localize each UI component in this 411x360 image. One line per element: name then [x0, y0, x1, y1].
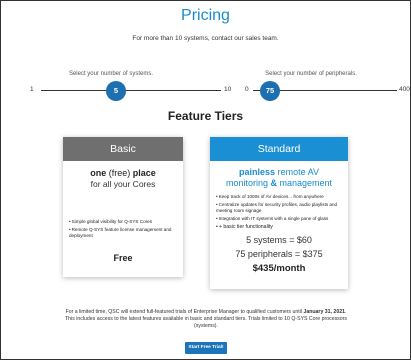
- systems-cost: 5 systems = $60: [246, 235, 312, 245]
- tagline-painless: painless: [239, 167, 276, 177]
- tagline-remote: remote AV: [277, 167, 319, 177]
- pricing-frame: Pricing For more than 10 systems, contac…: [0, 0, 411, 360]
- systems-slider-track[interactable]: [41, 90, 221, 91]
- peripherals-slider-label: Select your number of peripherals.: [265, 71, 357, 77]
- page-subtitle: For more than 10 systems, contact our sa…: [132, 35, 279, 42]
- feature-item: Keep track of 1000s of AV devices... fro…: [216, 194, 348, 200]
- systems-max-label: 10: [224, 86, 232, 93]
- feature-item: Simple global visibility for Q-SYS Cores: [69, 219, 183, 225]
- notice-part1: For a limited time, QSC will extend full…: [65, 309, 304, 315]
- basic-price: Free: [113, 253, 133, 263]
- monthly-total: $435/month: [252, 263, 306, 274]
- tagline-free: (free): [108, 168, 131, 178]
- basic-feature-list: Simple global visibility for Q-SYS Cores…: [63, 219, 183, 239]
- standard-tier-tagline: painless remote AV monitoring & manageme…: [210, 167, 348, 189]
- standard-feature-list: Keep track of 1000s of AV devices... fro…: [210, 194, 348, 230]
- standard-tier-card[interactable]: Standard painless remote AV monitoring &…: [210, 137, 348, 289]
- trial-notice: For a limited time, QSC will extend full…: [61, 309, 351, 330]
- tagline-monitoring: monitoring: [225, 178, 268, 188]
- basic-tier-card[interactable]: Basic one (free) place for all your Core…: [63, 137, 183, 277]
- tagline-place: place: [132, 168, 156, 178]
- systems-slider-knob[interactable]: 5: [106, 81, 126, 101]
- peripherals-max-label: 400: [399, 86, 410, 93]
- peripherals-slider-knob[interactable]: 75: [260, 81, 280, 101]
- notice-date: January 31, 2021: [303, 309, 345, 315]
- feature-item: Remote Q-SYS feature license management …: [69, 227, 183, 239]
- peripherals-min-label: 0: [245, 86, 249, 93]
- feature-item: Centralize updates for security profiles…: [216, 202, 348, 214]
- basic-tier-tagline: one (free) place: [63, 168, 183, 179]
- feature-tiers-title: Feature Tiers: [167, 109, 244, 123]
- start-free-trial-button[interactable]: Start Free Trial!: [185, 342, 227, 354]
- feature-item: Integration with IT systems with a singl…: [216, 216, 348, 222]
- page-title: Pricing: [181, 7, 230, 24]
- basic-tier-header: Basic: [63, 137, 183, 161]
- standard-tier-header: Standard: [210, 137, 348, 161]
- basic-tier-subtagline: for all your Cores: [90, 179, 156, 189]
- tagline-amp: &: [270, 178, 277, 188]
- systems-min-label: 1: [30, 86, 34, 93]
- feature-basic-tier: basic tier functionality: [223, 224, 273, 230]
- tagline-one: one: [90, 168, 107, 178]
- tagline-management: management: [279, 178, 333, 188]
- feature-item: + basic tier functionality: [216, 224, 348, 230]
- peripherals-cost: 75 peripherals = $375: [235, 249, 323, 259]
- systems-slider-label: Select your number of systems.: [68, 71, 154, 77]
